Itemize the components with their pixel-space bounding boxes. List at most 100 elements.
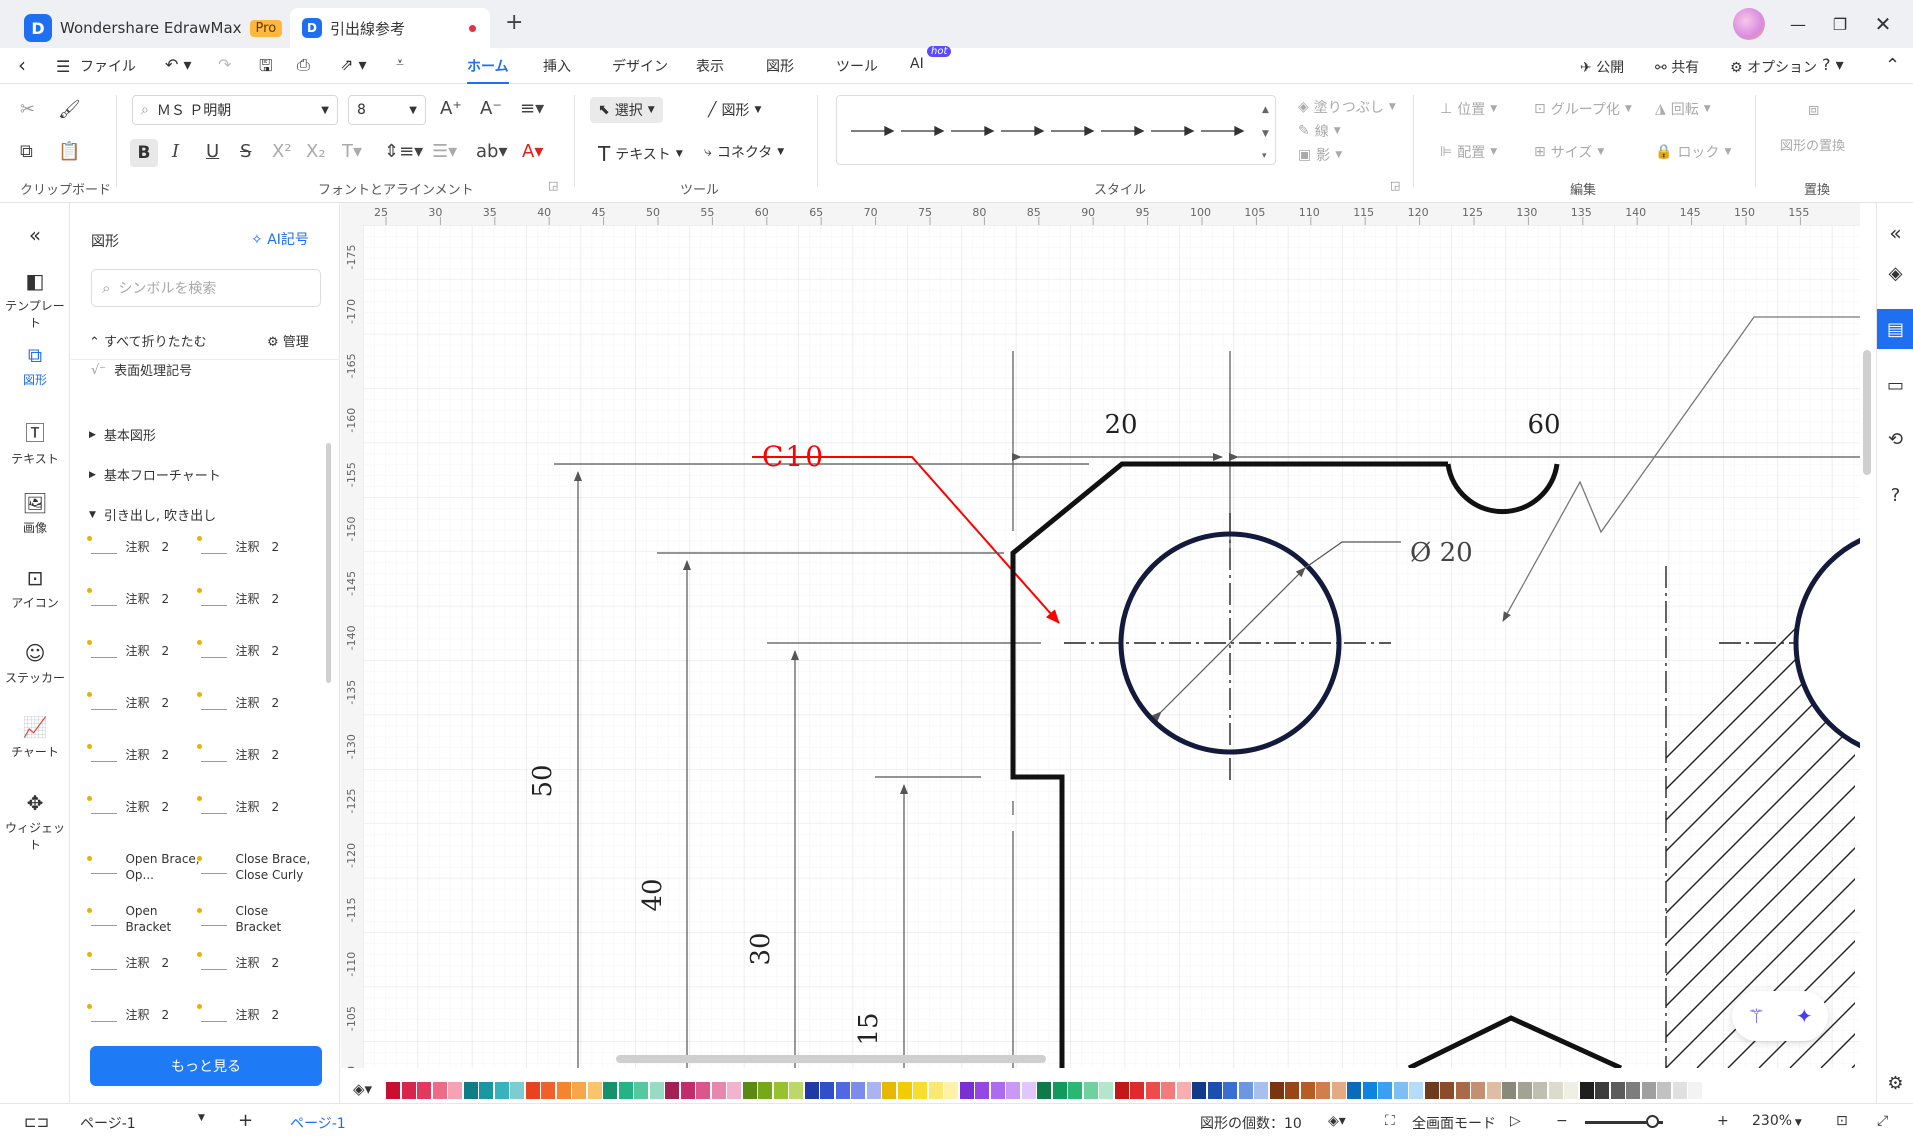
underline-button[interactable]: U — [206, 141, 219, 162]
play-icon[interactable]: ▷ — [1510, 1113, 1521, 1129]
color-swatch[interactable] — [1068, 1082, 1082, 1099]
cut-icon[interactable]: ✂ — [20, 99, 35, 120]
ai-sparkle-icon[interactable]: ✦ — [1796, 1004, 1813, 1028]
color-swatch[interactable] — [1595, 1082, 1609, 1099]
library-shape[interactable]: 注釈 2 — [196, 692, 311, 711]
color-swatch[interactable] — [1083, 1082, 1098, 1099]
expand-style-dialog-icon[interactable]: ◲ — [1390, 179, 1400, 192]
surface-symbol-item[interactable]: √⁻ 表面処理記号 — [91, 363, 231, 381]
color-swatch[interactable] — [928, 1082, 943, 1099]
color-swatch[interactable] — [1564, 1082, 1578, 1099]
color-swatch[interactable] — [1378, 1082, 1392, 1099]
color-swatch[interactable] — [1610, 1082, 1625, 1099]
avatar[interactable] — [1733, 8, 1765, 40]
restore-icon[interactable]: ❐ — [1825, 10, 1855, 38]
document-tab[interactable]: D 引出線参考 — [290, 8, 490, 48]
dim-30-label[interactable]: 30 — [746, 932, 776, 965]
color-swatch[interactable] — [1455, 1082, 1470, 1099]
menu-ai[interactable]: AI — [910, 56, 924, 72]
color-swatch[interactable] — [866, 1082, 881, 1099]
color-swatch[interactable] — [432, 1082, 447, 1099]
category-basic-shapes[interactable]: ▶ 基本図形 — [89, 425, 156, 444]
color-swatch[interactable] — [1579, 1082, 1594, 1099]
library-shape[interactable]: 注釈 2 — [196, 1004, 311, 1023]
fullscreen-mode-button[interactable]: 全画面モード — [1412, 1113, 1496, 1133]
size-button[interactable]: ⊞ サイズ ▼ — [1534, 142, 1604, 162]
rail-stickers[interactable]: ☺ ステッカー — [0, 641, 70, 686]
color-swatch[interactable] — [975, 1082, 989, 1099]
library-shape[interactable]: 注釈 2 — [196, 588, 311, 607]
library-shape[interactable]: 注釈 2 — [196, 744, 311, 763]
library-shape[interactable]: 注釈 2 — [86, 588, 201, 607]
color-swatch[interactable] — [1471, 1082, 1485, 1099]
library-scrollbar[interactable] — [326, 443, 331, 683]
diameter-label[interactable]: Ø 20 — [1410, 538, 1473, 568]
position-button[interactable]: ⊥ 位置 ▼ — [1440, 99, 1497, 119]
rail-templates[interactable]: ◧ テンプレート — [0, 269, 70, 331]
color-swatch[interactable] — [1285, 1082, 1299, 1099]
zoom-slider-handle[interactable] — [1646, 1115, 1659, 1128]
zoom-level[interactable]: 230% ▼ — [1752, 1113, 1802, 1129]
rail-icons[interactable]: ⊡ アイコン — [0, 566, 70, 611]
line-button[interactable]: ✎ 線 ▼ — [1298, 121, 1341, 141]
expand-window-icon[interactable]: ⤢ — [1877, 1113, 1888, 1129]
collapse-ribbon-icon[interactable]: ⌃ — [1885, 55, 1900, 76]
color-swatch[interactable] — [572, 1082, 586, 1099]
superscript-button[interactable]: X² — [272, 141, 292, 162]
color-swatch[interactable] — [696, 1082, 710, 1099]
color-swatch[interactable] — [1502, 1082, 1516, 1099]
rail-shapes[interactable]: ⧉ 図形 — [0, 343, 70, 388]
color-swatch[interactable] — [758, 1082, 772, 1099]
color-swatch[interactable] — [1347, 1082, 1361, 1099]
replace-shape-button[interactable]: 図形の置換 — [1780, 135, 1845, 154]
close-icon[interactable]: ✕ — [1868, 10, 1898, 38]
color-swatch[interactable] — [1641, 1082, 1656, 1099]
color-swatch[interactable] — [1099, 1082, 1113, 1099]
back-icon[interactable]: ‹ — [18, 53, 26, 77]
minimize-icon[interactable]: — — [1783, 10, 1813, 38]
color-swatch[interactable] — [680, 1082, 695, 1099]
dim-20-label[interactable]: 20 — [1104, 410, 1137, 440]
color-swatch[interactable] — [1517, 1082, 1532, 1099]
color-swatch[interactable] — [1533, 1082, 1547, 1099]
color-swatch[interactable] — [1440, 1082, 1454, 1099]
select-tool-button[interactable]: ⬉ 選択 ▼ — [590, 97, 663, 123]
subscript-button[interactable]: X₂ — [306, 141, 326, 162]
options-button[interactable]: ⚙ オプション — [1730, 57, 1817, 77]
library-shape[interactable]: 注釈 2 — [196, 640, 311, 659]
menu-home[interactable]: ホーム — [467, 56, 509, 84]
manage-button[interactable]: ⚙ 管理 — [267, 331, 309, 350]
bullet-list-icon[interactable]: ☰▾ — [432, 141, 457, 162]
color-swatch[interactable] — [913, 1082, 927, 1099]
color-swatch[interactable] — [401, 1082, 416, 1099]
color-swatch[interactable] — [1672, 1082, 1687, 1099]
file-menu[interactable]: ファイル — [80, 56, 136, 76]
italic-button[interactable]: I — [172, 141, 179, 162]
color-swatch[interactable] — [386, 1082, 400, 1099]
paste-icon[interactable]: 📋 — [58, 141, 80, 162]
color-swatch[interactable] — [1300, 1082, 1315, 1099]
color-swatch[interactable] — [463, 1082, 478, 1099]
color-swatch[interactable] — [1114, 1082, 1129, 1099]
color-swatch[interactable] — [587, 1082, 602, 1099]
library-shape[interactable]: 注釈 2 — [86, 744, 201, 763]
fit-window-icon[interactable]: ⊡ — [1836, 1113, 1848, 1129]
library-shape[interactable]: Open Bracket — [86, 903, 201, 935]
settings-gear-icon[interactable]: ⚙ — [1877, 1063, 1913, 1103]
color-swatch[interactable] — [789, 1082, 803, 1099]
history-icon[interactable]: ⟲ — [1877, 419, 1913, 459]
format-painter-icon[interactable]: 🖌 — [58, 99, 81, 120]
color-swatch[interactable] — [1192, 1082, 1206, 1099]
color-swatch[interactable] — [494, 1082, 509, 1099]
color-swatch[interactable] — [603, 1082, 617, 1099]
color-swatch[interactable] — [711, 1082, 726, 1099]
connector-tool-button[interactable]: ⤷ コネクタ ▼ — [704, 142, 784, 162]
help-icon[interactable]: ? — [1877, 475, 1913, 515]
color-swatch[interactable] — [1052, 1082, 1067, 1099]
library-shape[interactable]: Open Brace, Op... — [86, 851, 201, 883]
library-shape[interactable]: 注釈 2 — [86, 952, 201, 971]
color-swatch[interactable] — [773, 1082, 788, 1099]
menu-icon[interactable]: ☰ — [56, 57, 70, 76]
replace-shape-icon[interactable]: ⧈ — [1808, 99, 1819, 120]
color-swatch[interactable] — [1130, 1082, 1144, 1099]
